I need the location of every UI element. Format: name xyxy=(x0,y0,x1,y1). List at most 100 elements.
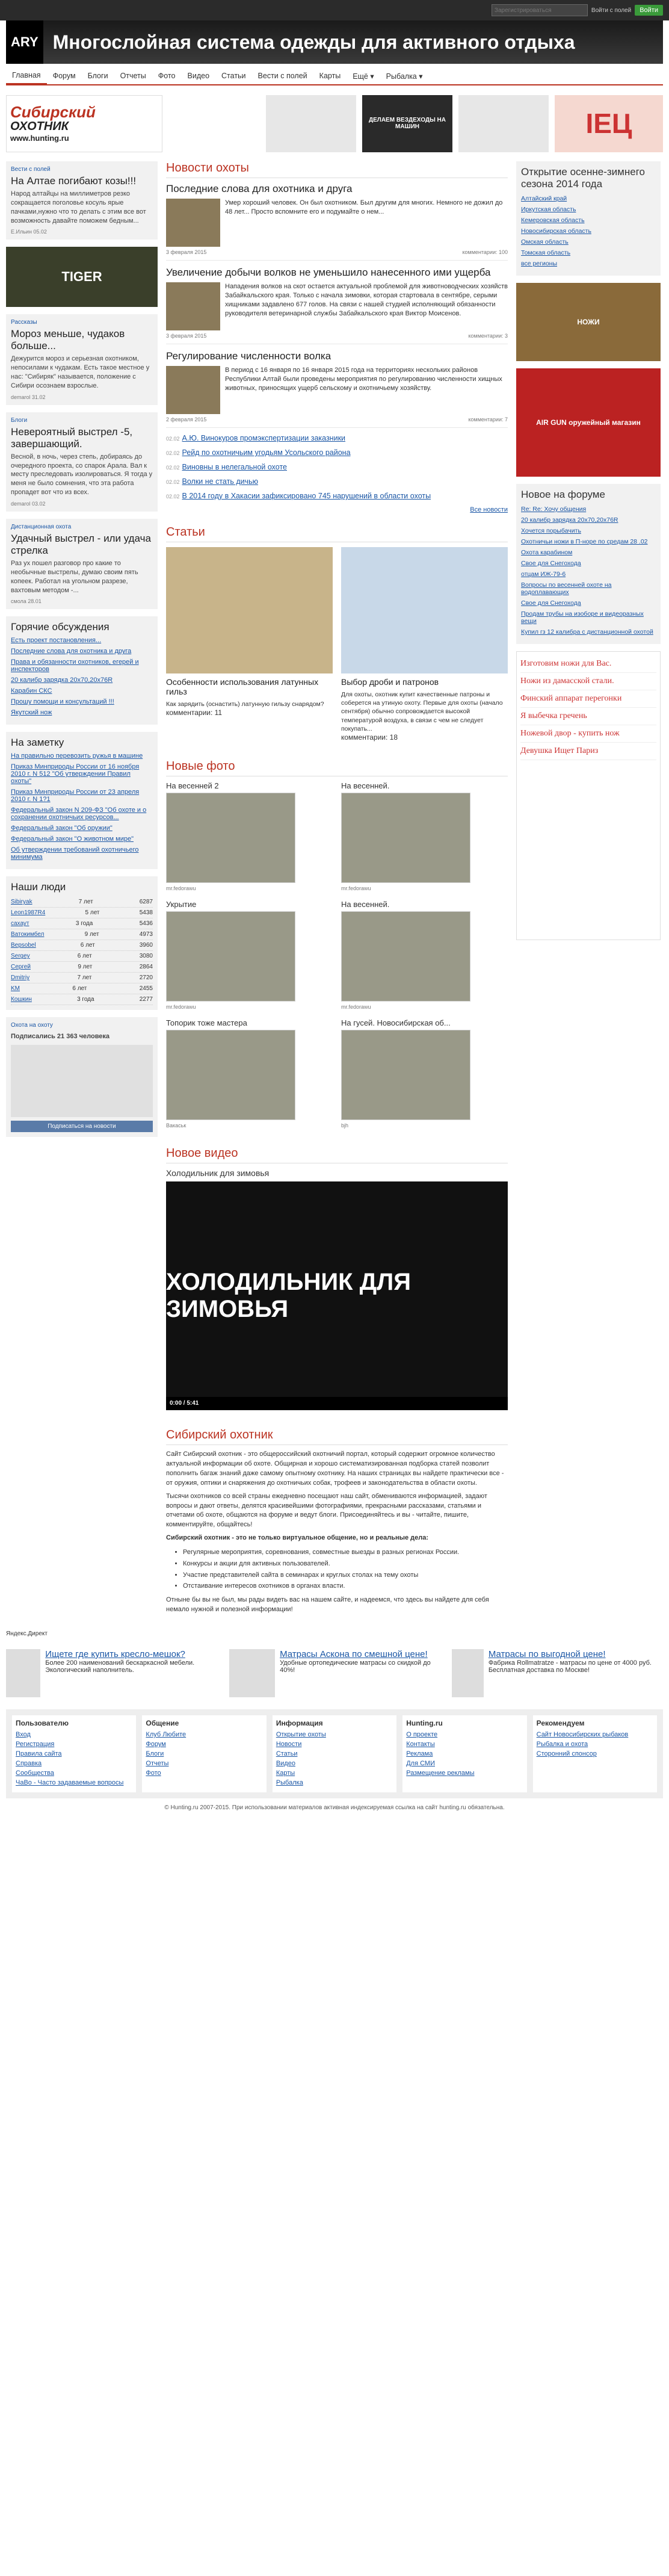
person-name[interactable]: Dmitriy xyxy=(11,974,29,981)
photo-image[interactable] xyxy=(166,911,295,1002)
footer-link[interactable]: Рыбалка и охота xyxy=(537,1741,653,1748)
photo-author[interactable]: mr.fedorawu xyxy=(166,1004,333,1010)
season-link[interactable]: Томская область xyxy=(521,249,656,256)
direct-ad[interactable]: Изготовим ножи для Вас. xyxy=(520,655,656,673)
person-name[interactable]: Bepsobel xyxy=(11,942,36,949)
header-ad-2[interactable]: ДЕЛАЕМ ВЕЗДЕХОДЫ НА МАШИН xyxy=(362,94,452,152)
footer-link[interactable]: Сайт Новосибирских рыбаков xyxy=(537,1731,653,1738)
footer-link[interactable]: Регистрация xyxy=(16,1741,132,1748)
footer-link[interactable]: Сторонний спонсор xyxy=(537,1750,653,1757)
person-name[interactable]: Sibiryak xyxy=(11,899,32,905)
articles-title[interactable]: Статьи xyxy=(166,525,508,542)
footer-link[interactable]: Сообщества xyxy=(16,1769,132,1777)
photo-author[interactable]: mr.fedorawu xyxy=(341,885,508,891)
airgun-ad[interactable]: AIR GUN оружейный магазин xyxy=(516,368,661,477)
nav-item[interactable]: Карты xyxy=(313,68,347,84)
season-link[interactable]: Иркутская область xyxy=(521,206,656,213)
footer-link[interactable]: Фото xyxy=(146,1769,262,1777)
person-name[interactable]: Сергей xyxy=(11,964,31,970)
post-tag[interactable]: Дистанционная охота xyxy=(11,524,153,530)
direct-ad[interactable]: Я выбечка гречень xyxy=(520,708,656,725)
direct-ad[interactable]: Девушка Ищет Париз xyxy=(520,743,656,760)
photo-author[interactable]: Вакаськ xyxy=(166,1122,333,1129)
nav-item[interactable]: Отчеты xyxy=(114,68,152,84)
footer-link[interactable]: Контакты xyxy=(406,1741,523,1748)
ad-image[interactable] xyxy=(229,1649,276,1697)
photo-image[interactable] xyxy=(341,792,470,883)
photo-title[interactable]: Топорик тоже мастера xyxy=(166,1018,333,1027)
hot-link[interactable]: Якутский нож xyxy=(11,709,153,716)
note-link[interactable]: На правильно перевозить ружья в машине xyxy=(11,752,153,760)
footer-link[interactable]: Видео xyxy=(276,1760,393,1767)
forum-link[interactable]: Свое для Снегохода xyxy=(521,599,656,607)
footer-link[interactable]: Для СМИ xyxy=(406,1760,523,1767)
footer-link[interactable]: Вход xyxy=(16,1731,132,1738)
knives-ad[interactable]: НОЖИ xyxy=(516,283,661,361)
photo-author[interactable]: mr.fedorawu xyxy=(341,1004,508,1010)
social-title[interactable]: Охота на охоту xyxy=(11,1022,153,1029)
photo-title[interactable]: На весенней 2 xyxy=(166,781,333,790)
all-news-link[interactable]: Все новости xyxy=(470,506,508,513)
person-name[interactable]: Leon1987R4 xyxy=(11,909,45,916)
forum-link[interactable]: отцам ИЖ-79-6 xyxy=(521,571,656,578)
news-title[interactable]: Регулирование численности волка xyxy=(166,350,508,362)
enter-button[interactable]: Войти xyxy=(635,5,663,16)
hot-link[interactable]: Права и обязанности охотников, егерей и … xyxy=(11,658,153,673)
news-title[interactable]: Последние слова для охотника и друга xyxy=(166,183,508,195)
footer-link[interactable]: Блоги xyxy=(146,1750,262,1757)
footer-link[interactable]: Справка xyxy=(16,1760,132,1767)
top-banner[interactable]: ARY Многослойная система одежды для акти… xyxy=(6,20,663,64)
footer-link[interactable]: Статьи xyxy=(276,1750,393,1757)
hot-link[interactable]: Прошу помощи и консультаций !!! xyxy=(11,698,153,705)
nav-item[interactable]: Рыбалка ▾ xyxy=(380,68,429,84)
video-name[interactable]: Холодильник для зимовья xyxy=(166,1168,508,1178)
person-name[interactable]: KM xyxy=(11,985,20,992)
direct-ad[interactable]: Финский аппарат перегонки xyxy=(520,690,656,708)
footer-link[interactable]: ЧаВо - Часто задаваемые вопросы xyxy=(16,1779,132,1786)
nav-item[interactable]: Вести с полей xyxy=(252,68,313,84)
article-image[interactable] xyxy=(166,547,333,673)
forum-link[interactable]: Вопросы по весенней охоте на водоплавающ… xyxy=(521,581,656,596)
post-title[interactable]: Невероятный выстрел -5, завершающий. xyxy=(11,426,153,450)
photo-author[interactable]: mr.fedorawu xyxy=(166,885,333,891)
footer-link[interactable]: Карты xyxy=(276,1769,393,1777)
short-news-link[interactable]: А.Ю. Винокуров промэкспертизации заказни… xyxy=(182,434,346,442)
direct-ad[interactable]: Ножи из дамасской стали. xyxy=(520,673,656,690)
news-title[interactable]: Увеличение добычи волков не уменьшило на… xyxy=(166,267,508,279)
hot-link[interactable]: Карабин СКС xyxy=(11,687,153,695)
note-link[interactable]: Приказ Минприроды России от 16 ноября 20… xyxy=(11,763,153,785)
footer-link[interactable]: Размещение рекламы xyxy=(406,1769,523,1777)
article-title[interactable]: Выбор дроби и патронов xyxy=(341,677,508,687)
news-thumb[interactable] xyxy=(166,199,220,247)
video-player[interactable]: ХОЛОДИЛЬНИК ДЛЯ ЗИМОВЬЯ 0:00 / 5:41 xyxy=(166,1181,508,1410)
article-image[interactable] xyxy=(341,547,508,673)
note-link[interactable]: Федеральный закон "Об оружии" xyxy=(11,825,153,832)
forum-link[interactable]: Купил гз 12 калибра с дистанционной охот… xyxy=(521,628,656,636)
left-post[interactable]: Дистанционная охота Удачный выстрел - ил… xyxy=(6,518,158,610)
login-input[interactable] xyxy=(491,4,588,16)
header-ad-1[interactable] xyxy=(266,94,356,152)
left-post[interactable]: Блоги Невероятный выстрел -5, завершающи… xyxy=(6,412,158,512)
post-title[interactable]: Удачный выстрел - или удача стрелка xyxy=(11,533,153,557)
post-title[interactable]: На Алтае погибают козы!!! xyxy=(11,175,153,187)
post-tag[interactable]: Рассказы xyxy=(11,319,153,326)
forum-link[interactable]: Охота карабином xyxy=(521,549,656,556)
news-comments[interactable]: комментарии: 3 xyxy=(469,333,508,339)
article-title[interactable]: Особенности использования латунных гильз xyxy=(166,677,333,696)
left-post[interactable]: Вести с полей На Алтае погибают козы!!! … xyxy=(6,161,158,240)
photo-title[interactable]: Укрытие xyxy=(166,900,333,909)
short-news-link[interactable]: Рейд по охотничьим угодьям Усольского ра… xyxy=(182,448,351,457)
ad-title[interactable]: Матрасы по выгодной цене! xyxy=(489,1649,663,1659)
photo-title[interactable]: На весенней. xyxy=(341,781,508,790)
video-title[interactable]: Новое видео xyxy=(166,1147,508,1163)
person-name[interactable]: Кошкин xyxy=(11,996,32,1003)
ad-image[interactable] xyxy=(6,1649,41,1697)
note-link[interactable]: Приказ Минприроды России от 23 апреля 20… xyxy=(11,788,153,803)
subscribe-button[interactable]: Подписаться на новости xyxy=(11,1121,153,1133)
header-ad-3[interactable] xyxy=(458,94,549,152)
forum-link[interactable]: Re: Re: Хочу общения xyxy=(521,506,656,513)
hot-link[interactable]: 20 калибр зарядка 20х70,20х76R xyxy=(11,677,153,684)
photos-title[interactable]: Новые фото xyxy=(166,760,508,776)
article-comments[interactable]: комментарии: 11 xyxy=(166,708,333,717)
photo-title[interactable]: На весенней. xyxy=(341,900,508,909)
